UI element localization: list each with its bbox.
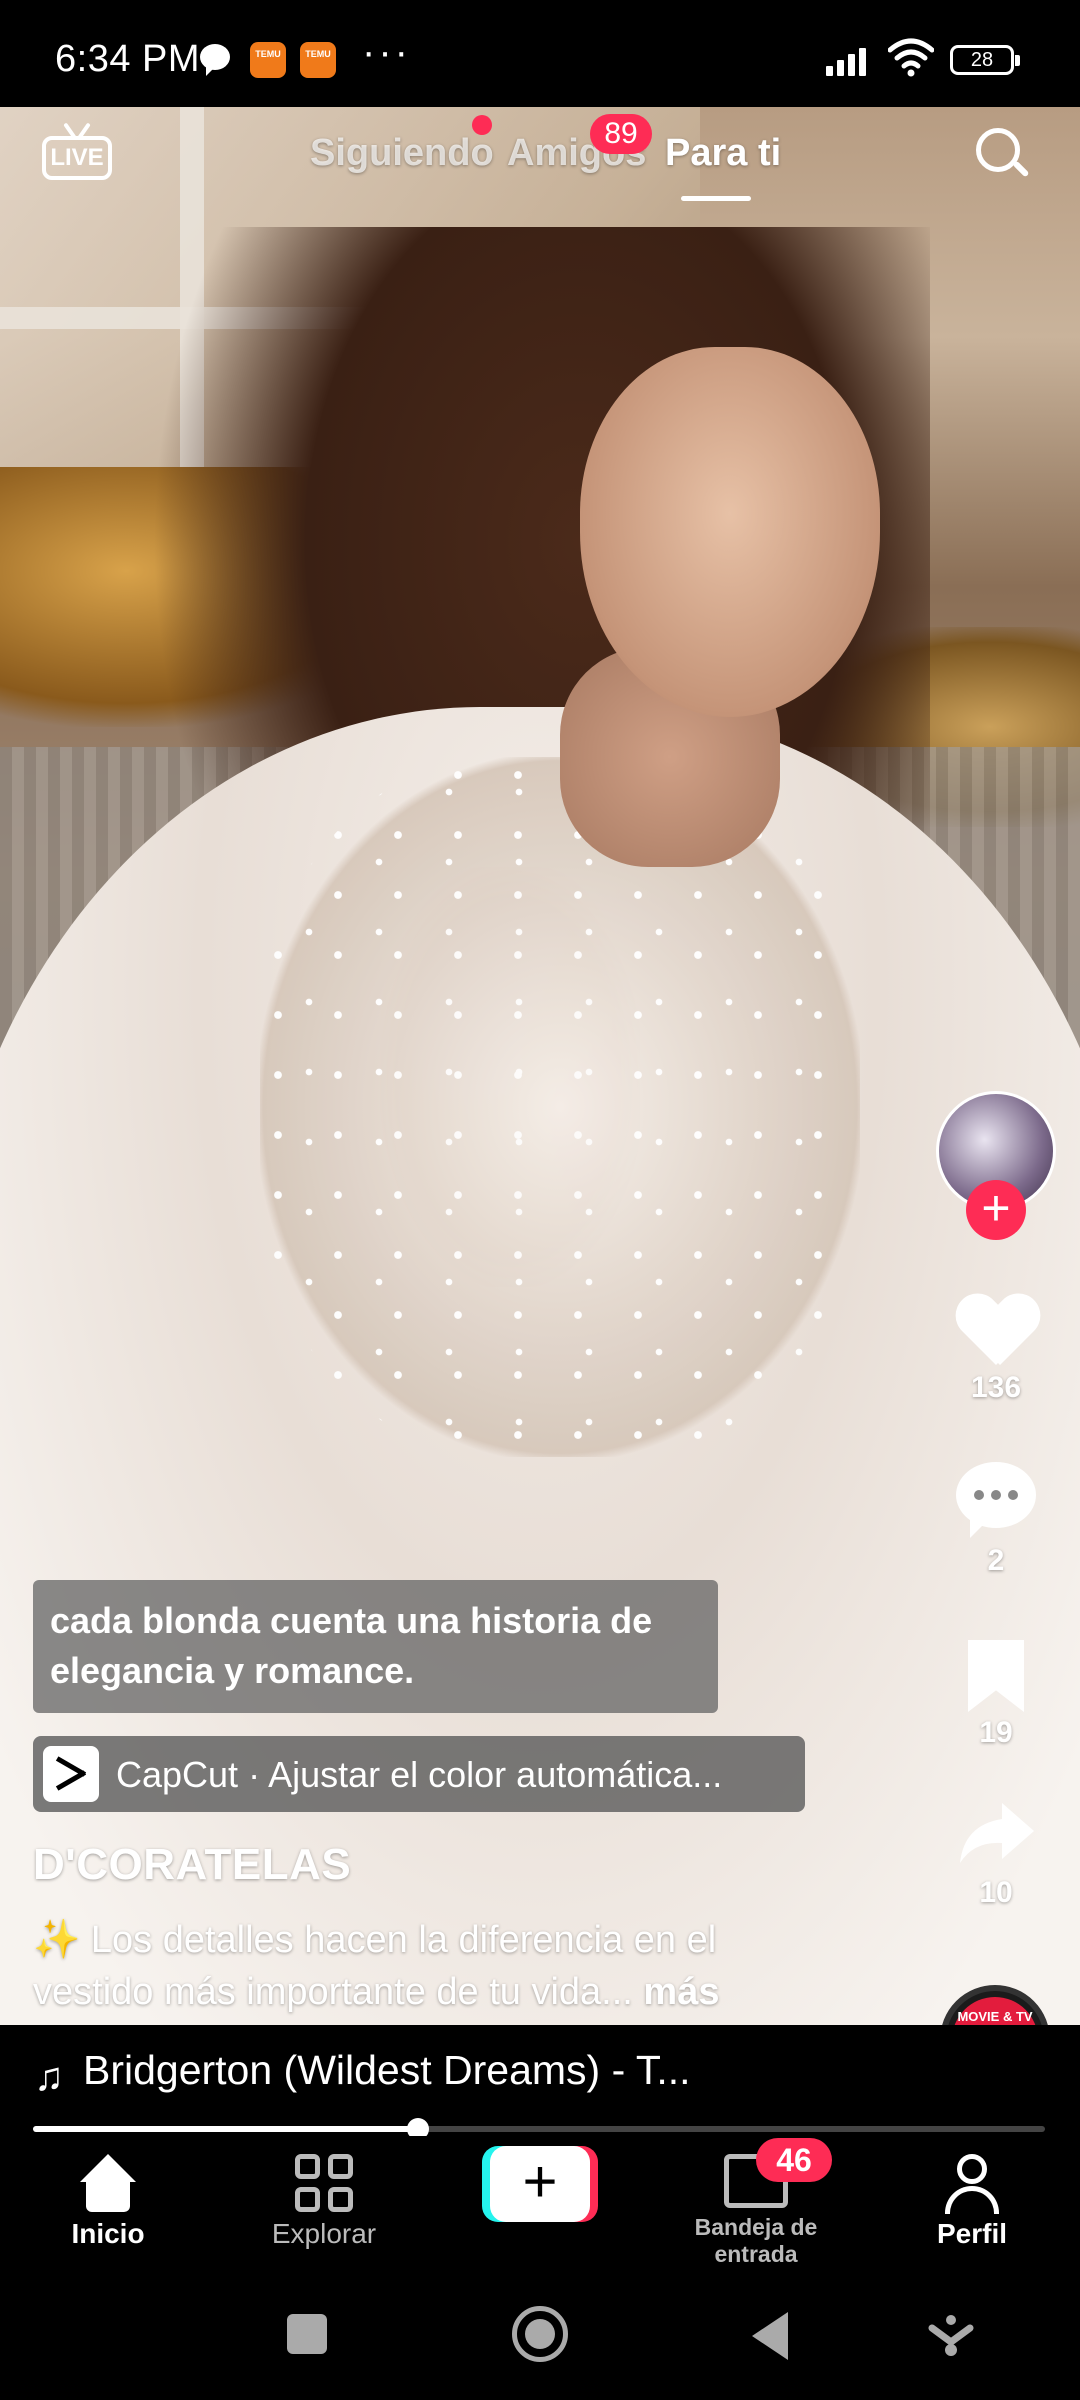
temu-notification-icon-2: TEMU bbox=[300, 42, 336, 78]
create-button[interactable]: + bbox=[482, 2146, 598, 2222]
video-caption: cada blonda cuenta una historia de elega… bbox=[33, 1580, 718, 1713]
bottom-nav: Inicio Explorar + Bandeja de entrada Per… bbox=[0, 2136, 1080, 2274]
home-button-icon[interactable] bbox=[512, 2306, 568, 2362]
search-button[interactable] bbox=[972, 124, 1032, 184]
system-nav-bar bbox=[0, 2274, 1080, 2400]
model-face bbox=[580, 347, 880, 717]
progress-fill bbox=[33, 2126, 418, 2132]
capcut-label: CapCut · Ajustar el color automática... bbox=[116, 1754, 723, 1795]
temu-notification-icon: TEMU bbox=[250, 42, 286, 78]
video-progress-bar[interactable] bbox=[33, 2118, 1045, 2140]
signal-icon bbox=[826, 44, 876, 76]
video-description[interactable]: ✨ Los detalles hacen la diferencia en el… bbox=[33, 1914, 843, 2018]
like-count: 136 bbox=[970, 1371, 1022, 1404]
like-button[interactable]: 136 bbox=[946, 1295, 1046, 1405]
capcut-icon bbox=[43, 1746, 99, 1802]
share-button[interactable]: 10 bbox=[946, 1797, 1046, 1910]
active-tab-indicator bbox=[681, 196, 751, 201]
status-time: 6:34 PM bbox=[55, 38, 201, 80]
chat-notification-icon bbox=[200, 44, 230, 76]
home-icon bbox=[76, 2154, 140, 2212]
comment-count: 2 bbox=[987, 1544, 1005, 1577]
comment-icon bbox=[956, 1462, 1036, 1538]
explore-icon bbox=[295, 2154, 353, 2212]
comment-button[interactable]: 2 bbox=[946, 1462, 1046, 1578]
create-plus-icon: + bbox=[490, 2146, 590, 2222]
siguiendo-new-dot bbox=[472, 115, 492, 135]
friends-badge: 89 bbox=[590, 114, 652, 154]
nav-perfil[interactable]: Perfil bbox=[872, 2154, 1072, 2250]
assistant-icon[interactable] bbox=[928, 2312, 974, 2358]
follow-button[interactable]: + bbox=[966, 1180, 1026, 1240]
capcut-link[interactable]: CapCut · Ajustar el color automática... bbox=[33, 1736, 805, 1812]
feed-tabs: Siguiendo Amigos Para ti bbox=[0, 124, 1080, 204]
wifi-icon bbox=[888, 38, 934, 77]
lace-detail bbox=[260, 757, 860, 1457]
inbox-badge: 46 bbox=[756, 2138, 832, 2182]
music-title: Bridgerton (Wildest Dreams) - T... bbox=[83, 2047, 691, 2093]
music-bar[interactable]: ♫ Bridgerton (Wildest Dreams) - T... bbox=[0, 2025, 1080, 2130]
description-text: ✨ Los detalles hacen la diferencia en el… bbox=[33, 1919, 717, 2013]
back-icon[interactable] bbox=[752, 2312, 788, 2360]
share-icon bbox=[960, 1803, 1034, 1863]
battery-icon: 28 bbox=[950, 45, 1020, 75]
music-note-icon: ♫ bbox=[34, 2055, 64, 2099]
profile-icon bbox=[943, 2154, 1001, 2214]
nav-inicio[interactable]: Inicio bbox=[8, 2154, 208, 2250]
save-button[interactable]: 19 bbox=[946, 1640, 1046, 1750]
tab-para-ti[interactable]: Para ti bbox=[665, 132, 781, 175]
author-name[interactable]: D'CORATELAS bbox=[33, 1840, 351, 1890]
more-notifications-icon: ··· bbox=[362, 30, 411, 74]
share-count: 10 bbox=[979, 1876, 1013, 1909]
more-link[interactable]: más bbox=[643, 1971, 719, 2013]
save-count: 19 bbox=[979, 1716, 1013, 1749]
bookmark-icon bbox=[968, 1640, 1024, 1712]
tab-siguiendo[interactable]: Siguiendo bbox=[310, 132, 494, 175]
heart-icon bbox=[956, 1295, 1036, 1367]
recent-apps-icon[interactable] bbox=[287, 2314, 327, 2354]
status-bar: 6:34 PM TEMU TEMU ··· 28 bbox=[0, 0, 1080, 107]
nav-explorar[interactable]: Explorar bbox=[224, 2154, 424, 2250]
